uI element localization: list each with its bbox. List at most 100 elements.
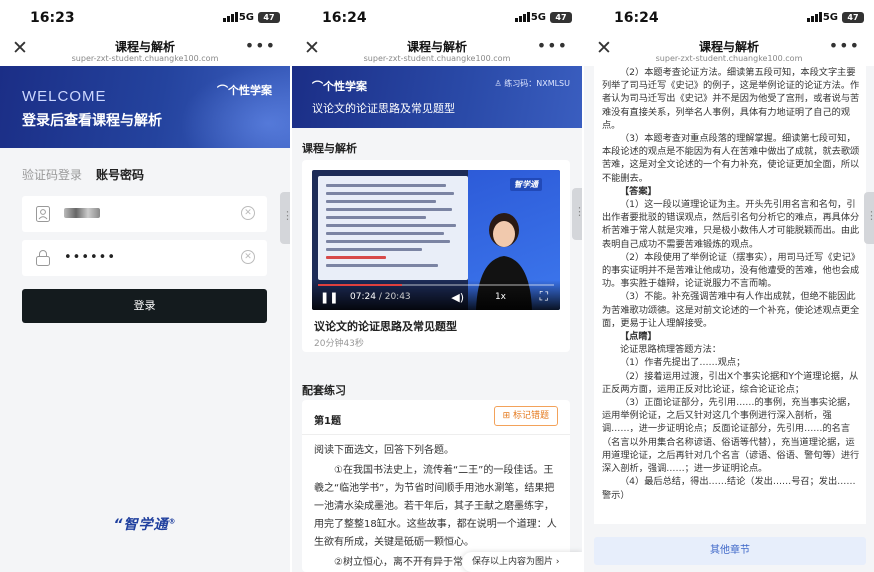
video-current-time: 07:24: [350, 292, 376, 302]
clear-icon[interactable]: ✕: [241, 206, 255, 220]
analysis-line: （3）本题考查对重点段落的理解掌握。细读第七段可知，本段论述的观点是不能因为有人…: [602, 133, 860, 184]
page-url: super-zxt-student.chuangke100.com: [71, 54, 219, 63]
tab-password-login[interactable]: 账号密码: [96, 166, 144, 183]
status-time: 16:23: [30, 10, 75, 26]
brand-logo: ⌒个性学案: [217, 84, 272, 97]
analysis-line: （4）最后总结，得出……结论（发出……号召；发出……警示）: [602, 476, 856, 501]
practice-code-text: 练习码：NXMLSU: [504, 79, 570, 88]
user-icon: [36, 206, 50, 222]
video-title: 议论文的论证思路及常见题型: [314, 320, 457, 333]
side-drawer-handle[interactable]: [864, 192, 874, 244]
video-progress-fill: [318, 284, 403, 286]
fullscreen-icon[interactable]: ⛶: [540, 289, 548, 304]
page-header: ✕ 课程与解析 super-zxt-student.chuangke100.co…: [0, 36, 290, 66]
practice-code: ♙ 练习码：NXMLSU: [495, 78, 570, 89]
section-title-practice: 配套练习: [302, 384, 346, 397]
question-paragraph: ①在我国书法史上，流传着“二王”的一段佳话。王羲之“临池学书”，为节省时间顺手用…: [314, 465, 557, 548]
brand-logo-text: 个性学案: [228, 84, 272, 97]
page-header: ✕ 课程与解析 super-zxt-student.chuangke100.co…: [584, 36, 874, 66]
password-field[interactable]: •••••• ✕: [22, 240, 267, 276]
other-chapters-button[interactable]: 其他章节: [594, 537, 866, 565]
answer-heading: 【答案】: [620, 185, 657, 197]
analysis-line: 论证思路梳理答题方法：: [620, 344, 722, 356]
signal-icon: [807, 12, 822, 22]
more-icon[interactable]: •••: [537, 36, 568, 55]
analysis-line: （3）不能。补充强调苦难中有人作出成就，但绝不能因此为苦难歌功颂德。这是对前文论…: [602, 291, 860, 329]
account-value-redacted: [64, 206, 100, 222]
more-icon[interactable]: •••: [245, 36, 276, 55]
network-label: 5G: [238, 12, 254, 23]
video-player[interactable]: 智学通 ❚❚ 07:24 / 20:43 ◀) 1x ⛶: [312, 170, 560, 310]
question-number: 第1题: [314, 416, 341, 427]
save-as-image-label: 保存以上内容为图片: [472, 557, 554, 567]
side-drawer-handle[interactable]: [572, 188, 582, 240]
analysis-line: （2）本段使用了举例论证（摆事实），用司马迁写《史记》的事实证明并不是苦难让他成…: [602, 251, 860, 290]
tab-sms-login[interactable]: 验证码登录: [22, 166, 82, 183]
video-brand-tag: 智学通: [510, 178, 542, 191]
analysis-text: （2）本题考查论证方法。细读第五段可知，本段文字主要列举了司马迁写《史记》的例子…: [602, 66, 860, 502]
question-card: 第1题 ⊞ 标记错题 阅读下面选文，回答下列各题。 ①在我国书法史上，流传着“二…: [302, 400, 570, 572]
clear-icon[interactable]: ✕: [241, 250, 255, 264]
analysis-line: （1）这一段以道理论证为主。开头先引用名言和名句，引出作者要批驳的错误观点，然后…: [602, 199, 860, 250]
battery-icon: 47: [258, 12, 280, 23]
course-screen: 16:24 5G 47 ✕ 课程与解析 super-zxt-student.ch…: [292, 0, 582, 572]
pause-icon[interactable]: ❚❚: [320, 291, 338, 304]
video-slide: [318, 176, 468, 280]
lock-icon: [36, 250, 50, 266]
video-duration: 20分钟43秒: [314, 339, 364, 349]
tip-heading: 【点睛】: [620, 331, 657, 343]
mark-wrong-label: 标记错题: [512, 411, 549, 421]
account-field[interactable]: ✕: [22, 196, 267, 232]
analysis-screen: 16:24 5G 47 ✕ 课程与解析 super-zxt-student.ch…: [584, 0, 874, 572]
bookmark-icon: ⊞: [502, 411, 511, 421]
analysis-line: （3）正面论证部分，先引用……的事例，充当事实论据，运用举例论证，之后又针对这几…: [602, 397, 860, 475]
login-form: 验证码登录 账号密码 ✕ •••••• ✕ 登录 “智学通®: [0, 148, 290, 572]
brand-logo: ⌒个性学案: [312, 80, 367, 93]
playback-speed[interactable]: 1x: [495, 292, 506, 302]
volume-icon[interactable]: ◀): [451, 291, 464, 304]
video-total-time: 20:43: [384, 292, 411, 302]
course-banner: ⌒个性学案 ♙ 练习码：NXMLSU 议论文的论证思路及常见题型: [292, 66, 582, 128]
network-label: 5G: [822, 12, 838, 23]
footer-brand-text: 智学通: [123, 517, 169, 533]
signal-icon: [515, 12, 530, 22]
brand-logo-text: 个性学案: [323, 80, 367, 93]
login-banner: WELCOME 登录后查看课程与解析 ⌒个性学案: [0, 66, 290, 148]
analysis-line: （2）接着运用过渡，引出X个事实论据和Y个道理论据，从正反两方面，运用正反对比论…: [602, 370, 859, 395]
course-topic: 议论文的论证思路及常见题型: [312, 102, 455, 115]
mark-wrong-button[interactable]: ⊞ 标记错题: [493, 406, 558, 426]
page-url: super-zxt-student.chuangke100.com: [363, 54, 511, 63]
login-screen: 16:23 5G 47 ✕ 课程与解析 super-zxt-student.ch…: [0, 0, 290, 572]
password-value: ••••••: [64, 250, 117, 265]
login-button[interactable]: 登录: [22, 289, 267, 323]
status-bar: 16:23 5G 47: [0, 0, 290, 36]
video-time: 07:24 / 20:43: [350, 292, 411, 302]
save-as-image-button[interactable]: 保存以上内容为图片 ›: [462, 552, 582, 572]
signal-icon: [223, 12, 238, 22]
status-bar: 16:24 5G 47: [584, 0, 874, 36]
video-progress-bar[interactable]: [318, 284, 554, 286]
divider: [302, 434, 570, 435]
more-icon[interactable]: •••: [829, 36, 860, 55]
footer-brand: “智学通®: [113, 517, 177, 533]
status-time: 16:24: [614, 10, 659, 26]
side-drawer-handle[interactable]: [280, 192, 290, 244]
video-card[interactable]: 智学通 ❚❚ 07:24 / 20:43 ◀) 1x ⛶ 议论文的论证思路及常见…: [302, 160, 570, 352]
battery-icon: 47: [842, 12, 864, 23]
analysis-line: （2）本题考查论证方法。细读第五段可知，本段文字主要列举了司马迁写《史记》的例子…: [602, 67, 860, 131]
analysis-content: （2）本题考查论证方法。细读第五段可知，本段文字主要列举了司马迁写《史记》的例子…: [594, 66, 866, 524]
status-time: 16:24: [322, 10, 367, 26]
status-bar: 16:24 5G 47: [292, 0, 582, 36]
network-label: 5G: [530, 12, 546, 23]
battery-icon: 47: [550, 12, 572, 23]
question-intro: 阅读下面选文，回答下列各题。: [314, 445, 454, 456]
section-title-video: 课程与解析: [302, 142, 357, 155]
banner-subtitle: 登录后查看课程与解析: [22, 113, 162, 129]
welcome-text: WELCOME: [22, 88, 107, 105]
login-tabs: 验证码登录 账号密码: [22, 166, 144, 183]
page-url: super-zxt-student.chuangke100.com: [655, 54, 803, 63]
analysis-line: （1）作者先提出了……观点；: [620, 357, 746, 369]
page-header: ✕ 课程与解析 super-zxt-student.chuangke100.co…: [292, 36, 582, 66]
banner-decoration: [180, 66, 290, 148]
person-icon: ♙: [494, 79, 502, 88]
